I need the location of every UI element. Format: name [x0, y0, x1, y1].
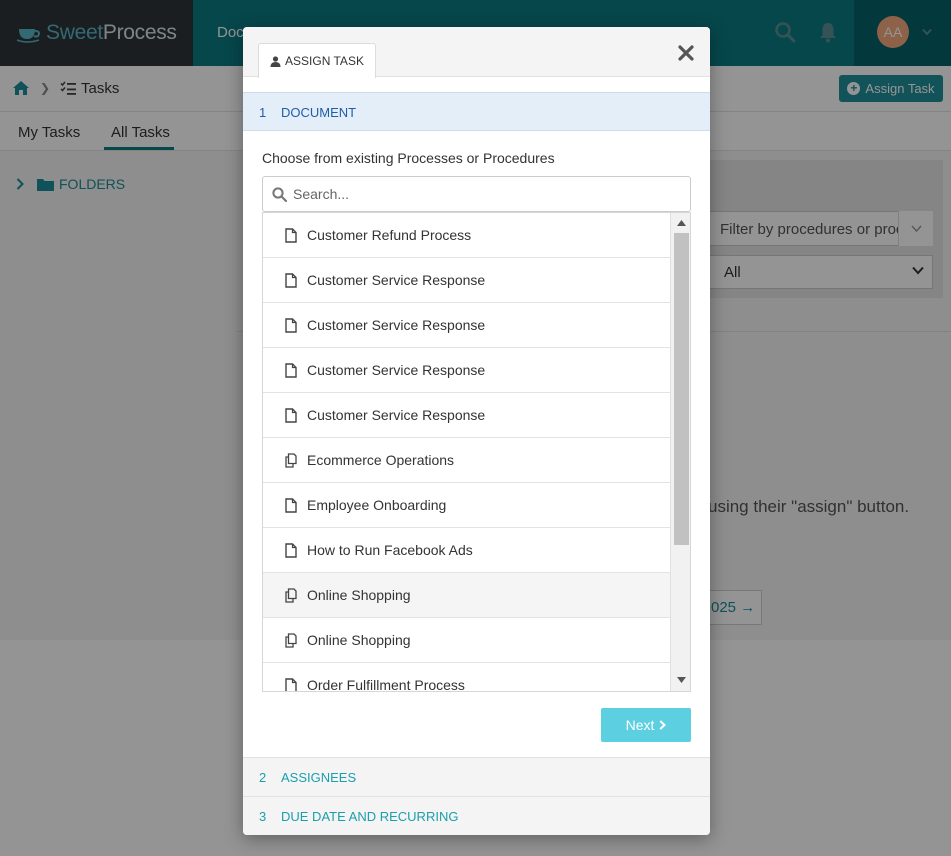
step-assignees[interactable]: 2 ASSIGNEES: [243, 757, 710, 796]
document-icon: [285, 228, 297, 243]
document-icon: [285, 363, 297, 378]
modal-header: ASSIGN TASK: [243, 27, 710, 78]
list-item[interactable]: Customer Service Response: [263, 303, 670, 348]
document-title: Customer Service Response: [307, 362, 486, 378]
document-title: Customer Service Response: [307, 272, 486, 288]
list-item[interactable]: Online Shopping: [263, 573, 670, 618]
step-label: ASSIGNEES: [281, 770, 357, 785]
list-scrollbar[interactable]: [670, 213, 690, 691]
step-document[interactable]: 1 DOCUMENT: [243, 92, 710, 131]
step-label: DOCUMENT: [281, 105, 357, 120]
scroll-up-arrow-icon[interactable]: [677, 220, 686, 226]
document-title: Ecommerce Operations: [307, 452, 455, 468]
process-icon: [285, 588, 297, 603]
list-item[interactable]: Customer Service Response: [263, 258, 670, 303]
document-list: Customer Refund Process Customer Service …: [262, 212, 691, 692]
document-search-input[interactable]: [293, 178, 673, 210]
modal-tab-label: ASSIGN TASK: [285, 54, 364, 68]
list-item[interactable]: Customer Refund Process: [263, 213, 670, 258]
step-number: 1: [259, 105, 267, 120]
document-icon: [285, 498, 297, 513]
tab-assign-task[interactable]: ASSIGN TASK: [258, 43, 376, 78]
list-item[interactable]: Online Shopping: [263, 618, 670, 663]
document-icon: [285, 273, 297, 288]
list-item[interactable]: Ecommerce Operations: [263, 438, 670, 483]
step-due-date-recurring[interactable]: 3 DUE DATE AND RECURRING: [243, 796, 710, 835]
next-button[interactable]: Next: [601, 708, 691, 742]
document-icon: [285, 318, 297, 333]
document-title: Online Shopping: [307, 587, 411, 603]
document-title: How to Run Facebook Ads: [307, 542, 473, 558]
document-icon: [285, 408, 297, 423]
document-title: Customer Service Response: [307, 407, 486, 423]
list-item[interactable]: Employee Onboarding: [263, 483, 670, 528]
document-list-items: Customer Refund Process Customer Service …: [263, 213, 670, 692]
next-label: Next: [625, 717, 655, 733]
document-icon: [285, 543, 297, 558]
list-item[interactable]: Customer Service Response: [263, 348, 670, 393]
scroll-down-arrow-icon[interactable]: [677, 677, 686, 683]
process-icon: [285, 453, 297, 468]
step-label: DUE DATE AND RECURRING: [281, 809, 459, 824]
close-icon[interactable]: [675, 42, 697, 64]
document-title: Customer Service Response: [307, 317, 486, 333]
process-icon: [285, 633, 297, 648]
list-item[interactable]: How to Run Facebook Ads: [263, 528, 670, 573]
step-number: 2: [259, 770, 267, 785]
search-icon: [272, 187, 287, 202]
list-item[interactable]: Order Fulfillment Process: [263, 663, 670, 692]
choose-document-label: Choose from existing Processes or Proced…: [262, 150, 555, 166]
assign-task-modal: ASSIGN TASK 1 DOCUMENT Choose from exist…: [243, 27, 710, 835]
scrollbar-thumb[interactable]: [674, 233, 689, 545]
document-title: Online Shopping: [307, 632, 411, 648]
document-icon: [285, 678, 297, 691]
list-item[interactable]: Customer Service Response: [263, 393, 670, 438]
user-icon: [270, 55, 281, 67]
step-number: 3: [259, 809, 267, 824]
chevron-right-icon: [659, 720, 667, 730]
document-title: Order Fulfillment Process: [307, 677, 465, 692]
document-title: Customer Refund Process: [307, 227, 472, 243]
document-search-box[interactable]: [262, 176, 691, 212]
document-title: Employee Onboarding: [307, 497, 447, 513]
